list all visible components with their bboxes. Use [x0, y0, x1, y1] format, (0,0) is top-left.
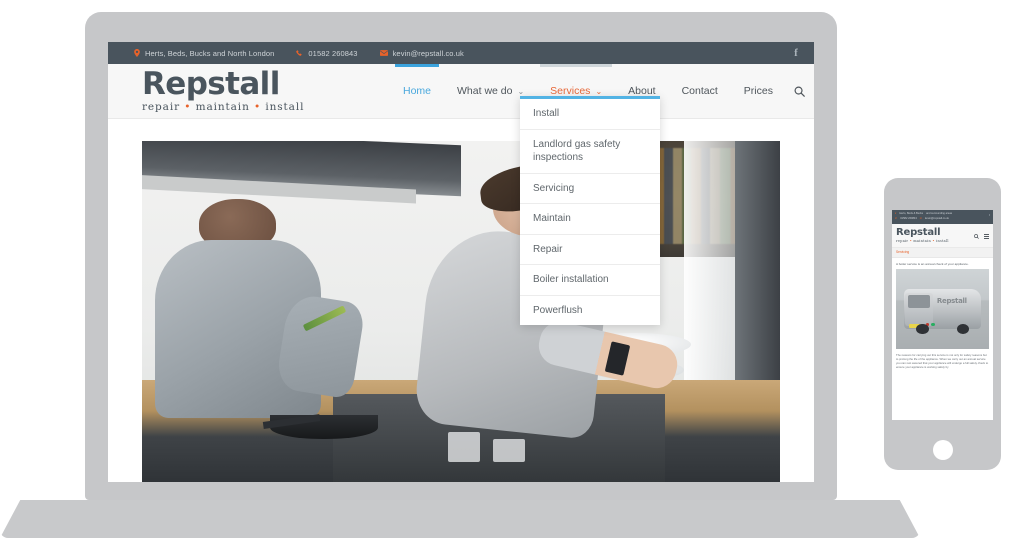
laptop-base	[0, 500, 920, 538]
map-pin-icon	[134, 49, 140, 57]
mobile-topbar-location: ▾ Herts, Beds & Bucks and surrounding ar…	[895, 212, 990, 215]
mobile-topbar-location-text: Herts, Beds & Bucks	[899, 212, 924, 215]
logo-sep-2: •	[253, 101, 262, 114]
mobile-topbar: ▾ Herts, Beds & Bucks and surrounding ar…	[892, 210, 993, 224]
chevron-down-icon: ⌄	[517, 86, 525, 96]
facebook-icon[interactable]: f	[989, 213, 990, 217]
laptop-screen: Herts, Beds, Bucks and North London 0158…	[108, 42, 814, 482]
logo-tagline: repair • maintain • install	[142, 102, 304, 113]
nav-item-home-label: Home	[403, 85, 432, 97]
hamburger-menu-icon[interactable]	[984, 233, 989, 239]
topbar-email-text: kevin@repstall.co.uk	[392, 48, 464, 58]
nav-item-what-we-do-label: What we do	[457, 85, 513, 97]
nav-item-prices-label: Prices	[743, 85, 773, 97]
dropdown-item-landlord-gas-safety-inspections[interactable]: Landlord gas safety inspections	[520, 130, 660, 174]
dropdown-item-repair[interactable]: Repair	[520, 235, 660, 265]
chevron-down-icon: ⌄	[595, 86, 603, 96]
mobile-topbar-phone-text[interactable]: 01582 260843	[900, 217, 917, 220]
mobile-breadcrumb: Servicing	[892, 247, 993, 258]
envelope-icon: ✉	[919, 216, 922, 220]
logo-sep-1: •	[184, 101, 192, 114]
topbar-phone-text: 01582 260843	[308, 48, 358, 58]
site-logo[interactable]: Repstall repair • maintain • install	[142, 69, 304, 113]
dropdown-item-powerflush[interactable]: Powerflush	[520, 296, 660, 326]
dropdown-item-maintain[interactable]: Maintain	[520, 204, 660, 235]
topbar-location: Herts, Beds, Bucks and North London	[134, 49, 274, 58]
nav-item-home[interactable]: Home	[390, 64, 444, 118]
mobile-topbar-extra-text: and surrounding areas	[926, 212, 953, 215]
mobile-logo-tagline-3: install	[936, 238, 949, 243]
phone-screen: ▾ Herts, Beds & Bucks and surrounding ar…	[892, 210, 993, 420]
dropdown-item-install[interactable]: Install	[520, 99, 660, 130]
mobile-van-image: Repstall	[896, 268, 989, 349]
mobile-logo-sep-1: •	[909, 238, 913, 243]
phone-icon	[296, 49, 303, 57]
mobile-logo-tagline: repair • maintain • install	[896, 239, 989, 243]
mockup-stage: Herts, Beds, Bucks and North London 0158…	[0, 0, 1024, 538]
search-icon[interactable]	[786, 64, 814, 118]
mobile-logo-tagline-2: maintain	[913, 238, 931, 243]
mobile-body-text: The reasons for carrying out this servic…	[896, 352, 989, 370]
map-pin-icon: ▾	[895, 212, 897, 215]
envelope-icon	[379, 50, 388, 56]
desktop-website: Herts, Beds, Bucks and North London 0158…	[108, 42, 814, 482]
mobile-header: Repstall repair • maintain • install	[892, 223, 993, 248]
search-icon[interactable]	[974, 233, 979, 239]
hero-section	[108, 119, 814, 482]
desktop-topbar: Herts, Beds, Bucks and North London 0158…	[108, 42, 814, 64]
mobile-topbar-email-text[interactable]: kevin@repstall.co.uk	[925, 217, 949, 220]
logo-tagline-3: install	[265, 101, 305, 114]
phone-device: ▾ Herts, Beds & Bucks and surrounding ar…	[884, 178, 1001, 470]
nav-item-contact-label: Contact	[681, 85, 718, 97]
hero-image	[142, 141, 780, 482]
nav-item-contact[interactable]: Contact	[669, 64, 731, 118]
topbar-phone[interactable]: 01582 260843	[296, 49, 357, 58]
nav-item-prices[interactable]: Prices	[731, 64, 786, 118]
kitchen-photo	[142, 141, 780, 482]
laptop-device: Herts, Beds, Bucks and North London 0158…	[0, 12, 920, 538]
facebook-icon[interactable]: f	[778, 42, 814, 64]
dropdown-item-servicing[interactable]: Servicing	[520, 174, 660, 204]
logo-tagline-2: maintain	[195, 101, 250, 114]
desktop-header: Repstall repair • maintain • install Hom…	[108, 64, 814, 119]
topbar-location-text: Herts, Beds, Bucks and North London	[145, 48, 275, 58]
phone-icon: ✆	[895, 216, 898, 220]
mobile-header-tools	[974, 233, 989, 239]
dropdown-item-boiler-installation[interactable]: Boiler installation	[520, 265, 660, 296]
mobile-lead-text: A boiler service is an annual check of y…	[896, 261, 969, 266]
mobile-topbar-contact: ✆ 01582 260843 ✉ kevin@repstall.co.uk	[895, 217, 990, 220]
phone-home-button[interactable]	[932, 440, 953, 460]
topbar-contact-items: Herts, Beds, Bucks and North London 0158…	[134, 49, 464, 58]
mobile-logo-tagline-1: repair	[896, 238, 909, 243]
van-branding-text: Repstall	[936, 297, 967, 306]
logo-wordmark: Repstall	[142, 66, 280, 103]
topbar-email[interactable]: kevin@repstall.co.uk	[379, 48, 464, 58]
mobile-logo-sep-2: •	[932, 238, 935, 243]
logo-tagline-1: repair	[142, 101, 180, 114]
services-dropdown-menu: Install Landlord gas safety inspections …	[520, 96, 660, 325]
